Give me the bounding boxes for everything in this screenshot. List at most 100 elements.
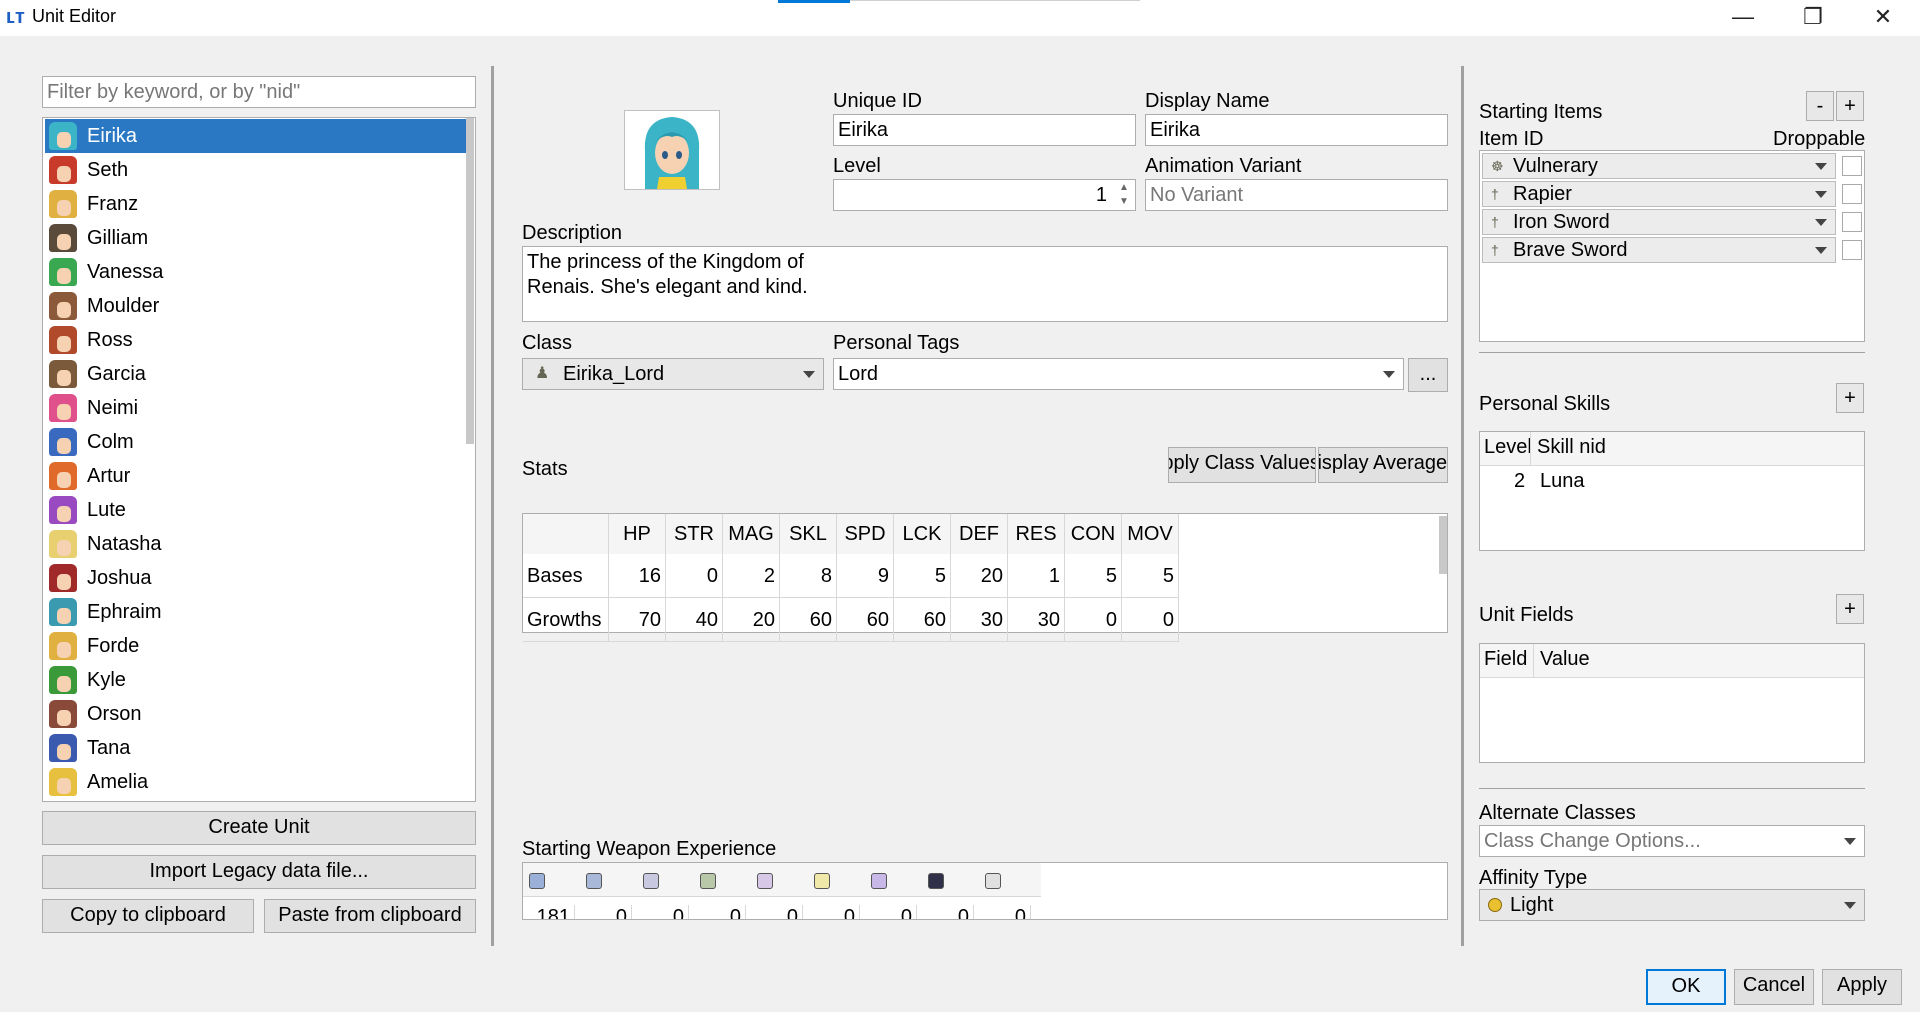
unit-list-item[interactable]: Garcia xyxy=(45,357,469,391)
droppable-checkbox[interactable] xyxy=(1842,156,1862,176)
ok-button[interactable]: OK xyxy=(1646,969,1726,1005)
stat-cell[interactable]: 70 xyxy=(609,598,666,642)
stat-cell[interactable]: 1 xyxy=(1008,554,1065,598)
weapon-exp-table[interactable]: 181 0 0 0 0 0 0 0 0 xyxy=(522,862,1448,920)
personal-tags-combobox[interactable]: Lord xyxy=(833,358,1404,390)
starting-items-list[interactable]: ☸ Vulnerary † Rapier † Iron Sword † Brave Sword xyxy=(1479,150,1865,342)
wexp-value-cell[interactable]: 0 xyxy=(580,905,632,919)
import-legacy-button[interactable]: Import Legacy data file... xyxy=(42,855,476,889)
unit-list[interactable]: Eirika Seth Franz Gilliam Vanessa Moulder Ross… xyxy=(42,117,476,802)
unit-list-item[interactable]: Neimi xyxy=(45,391,469,425)
skill-level-cell[interactable]: 2 xyxy=(1514,470,1525,493)
unit-list-item[interactable]: Artur xyxy=(45,459,469,493)
stat-cell[interactable]: 0 xyxy=(666,554,723,598)
wexp-value-cell[interactable]: 0 xyxy=(979,905,1031,919)
remove-item-button[interactable]: - xyxy=(1806,91,1834,121)
unit-portrait[interactable] xyxy=(624,110,720,190)
apply-button[interactable]: Apply xyxy=(1822,969,1902,1005)
stats-table-scrollbar[interactable] xyxy=(1439,516,1447,574)
droppable-checkbox[interactable] xyxy=(1842,184,1862,204)
starting-item-combobox[interactable]: ☸ Vulnerary xyxy=(1482,153,1836,179)
copy-to-clipboard-button[interactable]: Copy to clipboard xyxy=(42,899,254,933)
filter-input[interactable]: Filter by keyword, or by "nid" xyxy=(42,76,476,108)
stat-cell[interactable]: 9 xyxy=(837,554,894,598)
cancel-button[interactable]: Cancel xyxy=(1734,969,1814,1005)
unit-list-item[interactable]: Amelia xyxy=(45,765,469,799)
stat-cell[interactable]: 2 xyxy=(723,554,780,598)
unit-list-item[interactable]: Ephraim xyxy=(45,595,469,629)
unit-list-item[interactable]: Vanessa xyxy=(45,255,469,289)
unit-list-item[interactable]: Colm xyxy=(45,425,469,459)
description-textarea[interactable]: The princess of the Kingdom of Renais. S… xyxy=(522,246,1448,322)
wexp-value-cell[interactable]: 0 xyxy=(694,905,746,919)
unit-list-item[interactable]: Seth xyxy=(45,153,469,187)
unit-list-scrollbar[interactable] xyxy=(466,118,474,444)
display-averages-button[interactable]: Display Averages xyxy=(1318,447,1448,483)
unit-list-item[interactable]: Eirika xyxy=(45,119,469,153)
create-unit-button[interactable]: Create Unit xyxy=(42,811,476,845)
tags-more-button[interactable]: ... xyxy=(1408,358,1448,392)
level-spinbox[interactable]: 1 xyxy=(833,179,1136,211)
wexp-value-cell[interactable]: 0 xyxy=(922,905,974,919)
add-field-button[interactable]: + xyxy=(1836,594,1864,624)
unit-list-item[interactable]: Forde xyxy=(45,629,469,663)
stat-cell[interactable]: 60 xyxy=(894,598,951,642)
stat-cell[interactable]: 5 xyxy=(1122,554,1179,598)
unit-list-item[interactable]: Moulder xyxy=(45,289,469,323)
left-splitter[interactable] xyxy=(491,66,494,946)
minimize-button[interactable]: — xyxy=(1720,0,1766,34)
add-skill-button[interactable]: + xyxy=(1836,383,1864,413)
affinity-type-combobox[interactable]: Light xyxy=(1479,889,1865,921)
stat-cell[interactable]: 16 xyxy=(609,554,666,598)
starting-item-combobox[interactable]: † Brave Sword xyxy=(1482,237,1836,263)
stat-cell[interactable]: 40 xyxy=(666,598,723,642)
unit-list-item[interactable]: Gilliam xyxy=(45,221,469,255)
wexp-value-cell[interactable]: 181 xyxy=(523,905,575,919)
starting-item-combobox[interactable]: † Rapier xyxy=(1482,181,1836,207)
stat-cell[interactable]: 5 xyxy=(1065,554,1122,598)
wexp-value-cell[interactable]: 0 xyxy=(637,905,689,919)
unit-list-item[interactable]: Lute xyxy=(45,493,469,527)
stat-cell[interactable]: 0 xyxy=(1122,598,1179,642)
stat-cell[interactable]: 60 xyxy=(837,598,894,642)
apply-class-values-button[interactable]: Apply Class Values xyxy=(1168,447,1316,483)
stat-cell[interactable]: 60 xyxy=(780,598,837,642)
unit-list-item[interactable]: Franz xyxy=(45,187,469,221)
wexp-value-cell[interactable]: 0 xyxy=(865,905,917,919)
unit-fields-table[interactable]: Field Value xyxy=(1479,643,1865,763)
wexp-value-cell[interactable]: 0 xyxy=(751,905,803,919)
unit-name: Gilliam xyxy=(87,227,149,249)
stat-cell[interactable]: 20 xyxy=(723,598,780,642)
stat-cell[interactable]: 8 xyxy=(780,554,837,598)
alternate-classes-combobox[interactable]: Class Change Options... xyxy=(1479,825,1865,857)
right-splitter[interactable] xyxy=(1461,66,1464,946)
unit-list-item[interactable]: Ross xyxy=(45,323,469,357)
droppable-checkbox[interactable] xyxy=(1842,212,1862,232)
skill-nid-cell[interactable]: Luna xyxy=(1540,470,1585,493)
level-spin-arrows-icon[interactable]: ▲ ▼ xyxy=(1114,181,1134,209)
stat-cell[interactable]: 5 xyxy=(894,554,951,598)
unit-list-item[interactable]: Orson xyxy=(45,697,469,731)
restore-button[interactable]: ❐ xyxy=(1790,0,1836,34)
paste-from-clipboard-button[interactable]: Paste from clipboard xyxy=(264,899,476,933)
stat-cell[interactable]: 20 xyxy=(951,554,1008,598)
unique-id-input[interactable]: Eirika xyxy=(833,114,1136,146)
class-combobox[interactable]: ♟ Eirika_Lord xyxy=(522,358,824,390)
unit-list-item[interactable]: Natasha xyxy=(45,527,469,561)
stats-table[interactable]: HP STR MAG SKL SPD LCK DEF RES CON MOV Bases 16 0 2 8 9… xyxy=(522,513,1448,642)
stat-cell[interactable]: 30 xyxy=(1008,598,1065,642)
stat-cell[interactable]: 0 xyxy=(1065,598,1122,642)
starting-item-combobox[interactable]: † Iron Sword xyxy=(1482,209,1836,235)
add-item-button[interactable]: + xyxy=(1836,91,1864,121)
close-button[interactable]: ✕ xyxy=(1860,0,1906,34)
wexp-value-cell[interactable]: 0 xyxy=(808,905,860,919)
personal-skills-table[interactable]: Level Skill nid 2 Luna xyxy=(1479,431,1865,551)
unit-list-item[interactable]: Tana xyxy=(45,731,469,765)
animation-variant-input[interactable]: No Variant xyxy=(1145,179,1448,211)
unit-list-item[interactable]: Joshua xyxy=(45,561,469,595)
unit-portrait-icon xyxy=(49,224,77,252)
stat-cell[interactable]: 30 xyxy=(951,598,1008,642)
droppable-checkbox[interactable] xyxy=(1842,240,1862,260)
display-name-input[interactable]: Eirika xyxy=(1145,114,1448,146)
unit-list-item[interactable]: Kyle xyxy=(45,663,469,697)
